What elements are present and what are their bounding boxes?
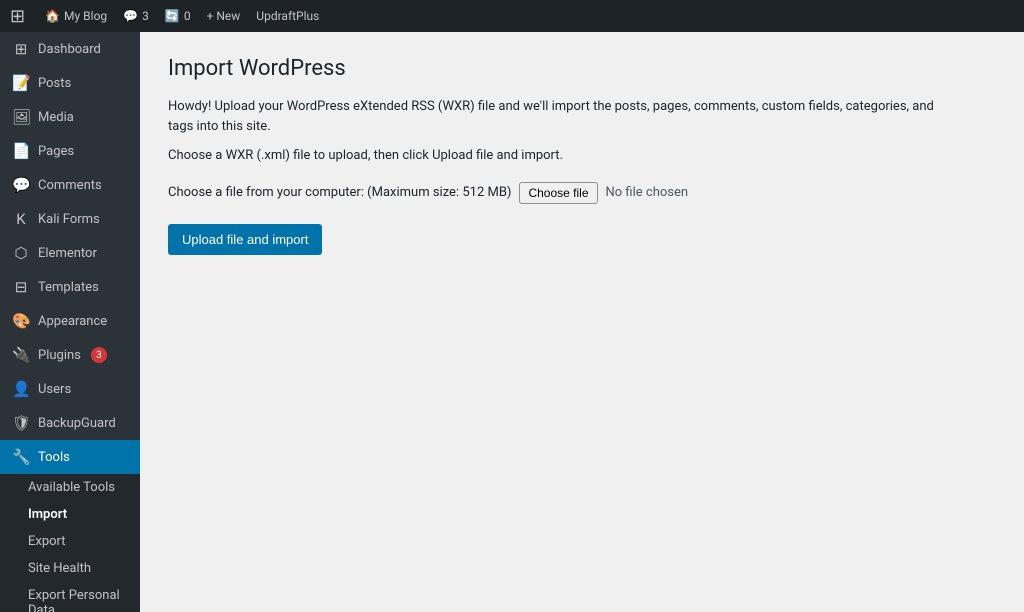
site-name-item[interactable]: 🏠 My Blog (45, 9, 107, 23)
submenu-item-export[interactable]: Export (0, 528, 140, 555)
sidebar-item-plugins[interactable]: 🔌 Plugins 3 (0, 338, 140, 372)
sidebar-label-kali-forms: Kali Forms (38, 212, 100, 227)
sidebar-label-pages: Pages (38, 144, 74, 159)
sidebar-label-users: Users (38, 382, 71, 397)
upload-import-button[interactable]: Upload file and import (168, 224, 322, 255)
submenu-item-import[interactable]: Import (0, 501, 140, 528)
media-icon: 🖼 (12, 108, 30, 126)
tools-icon: 🔧 (12, 448, 30, 466)
comments-count: 3 (142, 9, 149, 23)
revisions-item[interactable]: 🔄 0 (165, 9, 191, 23)
sidebar-label-posts: Posts (38, 76, 71, 91)
no-file-text: No file chosen (606, 185, 689, 200)
plugins-badge: 3 (91, 347, 107, 363)
updraftplus-label: UpdraftPlus (256, 9, 319, 23)
revisions-count: 0 (184, 9, 191, 23)
sidebar-label-templates: Templates (38, 280, 99, 295)
site-home-icon: 🏠 (45, 9, 60, 23)
comments-item[interactable]: 💬 3 (123, 9, 149, 23)
main-content: Import WordPress Howdy! Upload your Word… (140, 32, 1024, 612)
submenu-item-site-health[interactable]: Site Health (0, 555, 140, 582)
sidebar-label-media: Media (38, 110, 74, 125)
page-title: Import WordPress (168, 56, 996, 81)
pages-icon: 📄 (12, 142, 30, 160)
sidebar-item-tools[interactable]: 🔧 Tools (0, 440, 140, 474)
submenu-item-available-tools[interactable]: Available Tools (0, 474, 140, 501)
templates-icon: ⊟ (12, 278, 30, 296)
file-upload-row: Choose a file from your computer: (Maxim… (168, 182, 996, 204)
users-icon: 👤 (12, 380, 30, 398)
wp-logo-item[interactable]: ⊞ (10, 6, 29, 27)
sidebar-label-comments: Comments (38, 178, 102, 193)
plugins-icon: 🔌 (12, 346, 30, 364)
comments-icon: 💬 (123, 9, 138, 23)
sidebar-label-elementor: Elementor (38, 246, 97, 261)
sidebar-label-tools: Tools (38, 450, 70, 465)
sidebar-item-posts[interactable]: 📝 Posts (0, 66, 140, 100)
sidebar-item-templates[interactable]: ⊟ Templates (0, 270, 140, 304)
sidebar-item-backupguard[interactable]: 🛡 BackupGuard (0, 406, 140, 440)
sidebar-item-dashboard[interactable]: ⊞ Dashboard (0, 32, 140, 66)
backupguard-icon: 🛡 (12, 414, 30, 432)
sidebar-item-media[interactable]: 🖼 Media (0, 100, 140, 134)
sidebar-label-dashboard: Dashboard (38, 42, 101, 57)
dashboard-icon: ⊞ (12, 40, 30, 58)
sidebar-item-pages[interactable]: 📄 Pages (0, 134, 140, 168)
posts-icon: 📝 (12, 74, 30, 92)
site-name-label: My Blog (64, 9, 107, 23)
sidebar-item-users[interactable]: 👤 Users (0, 372, 140, 406)
elementor-icon: ⬡ (12, 244, 30, 262)
description-1: Howdy! Upload your WordPress eXtended RS… (168, 97, 948, 136)
sidebar-label-appearance: Appearance (38, 314, 107, 329)
sidebar-item-kali-forms[interactable]: K Kali Forms (0, 202, 140, 236)
sidebar-label-backupguard: BackupGuard (38, 416, 116, 431)
kali-forms-icon: K (12, 210, 30, 228)
sidebar-label-plugins: Plugins (38, 348, 81, 363)
updraftplus-item[interactable]: UpdraftPlus (256, 9, 319, 23)
comments-icon: 💬 (12, 176, 30, 194)
sidebar: ⊞ Dashboard 📝 Posts 🖼 Media 📄 Pages 💬 Comments K Ka… (0, 32, 140, 612)
sidebar-item-comments[interactable]: 💬 Comments (0, 168, 140, 202)
description-2: Choose a WXR (.xml) file to upload, then… (168, 146, 948, 166)
appearance-icon: 🎨 (12, 312, 30, 330)
file-label: Choose a file from your computer: (Maxim… (168, 185, 511, 200)
choose-file-button[interactable]: Choose file (519, 182, 597, 204)
new-content-label: + New (207, 9, 241, 23)
sidebar-item-elementor[interactable]: ⬡ Elementor (0, 236, 140, 270)
revisions-icon: 🔄 (165, 9, 180, 23)
wp-logo-icon: ⊞ (10, 6, 25, 27)
submenu-item-export-personal-data[interactable]: Export Personal Data (0, 582, 140, 612)
sidebar-item-appearance[interactable]: 🎨 Appearance (0, 304, 140, 338)
new-content-item[interactable]: + New (207, 9, 241, 23)
